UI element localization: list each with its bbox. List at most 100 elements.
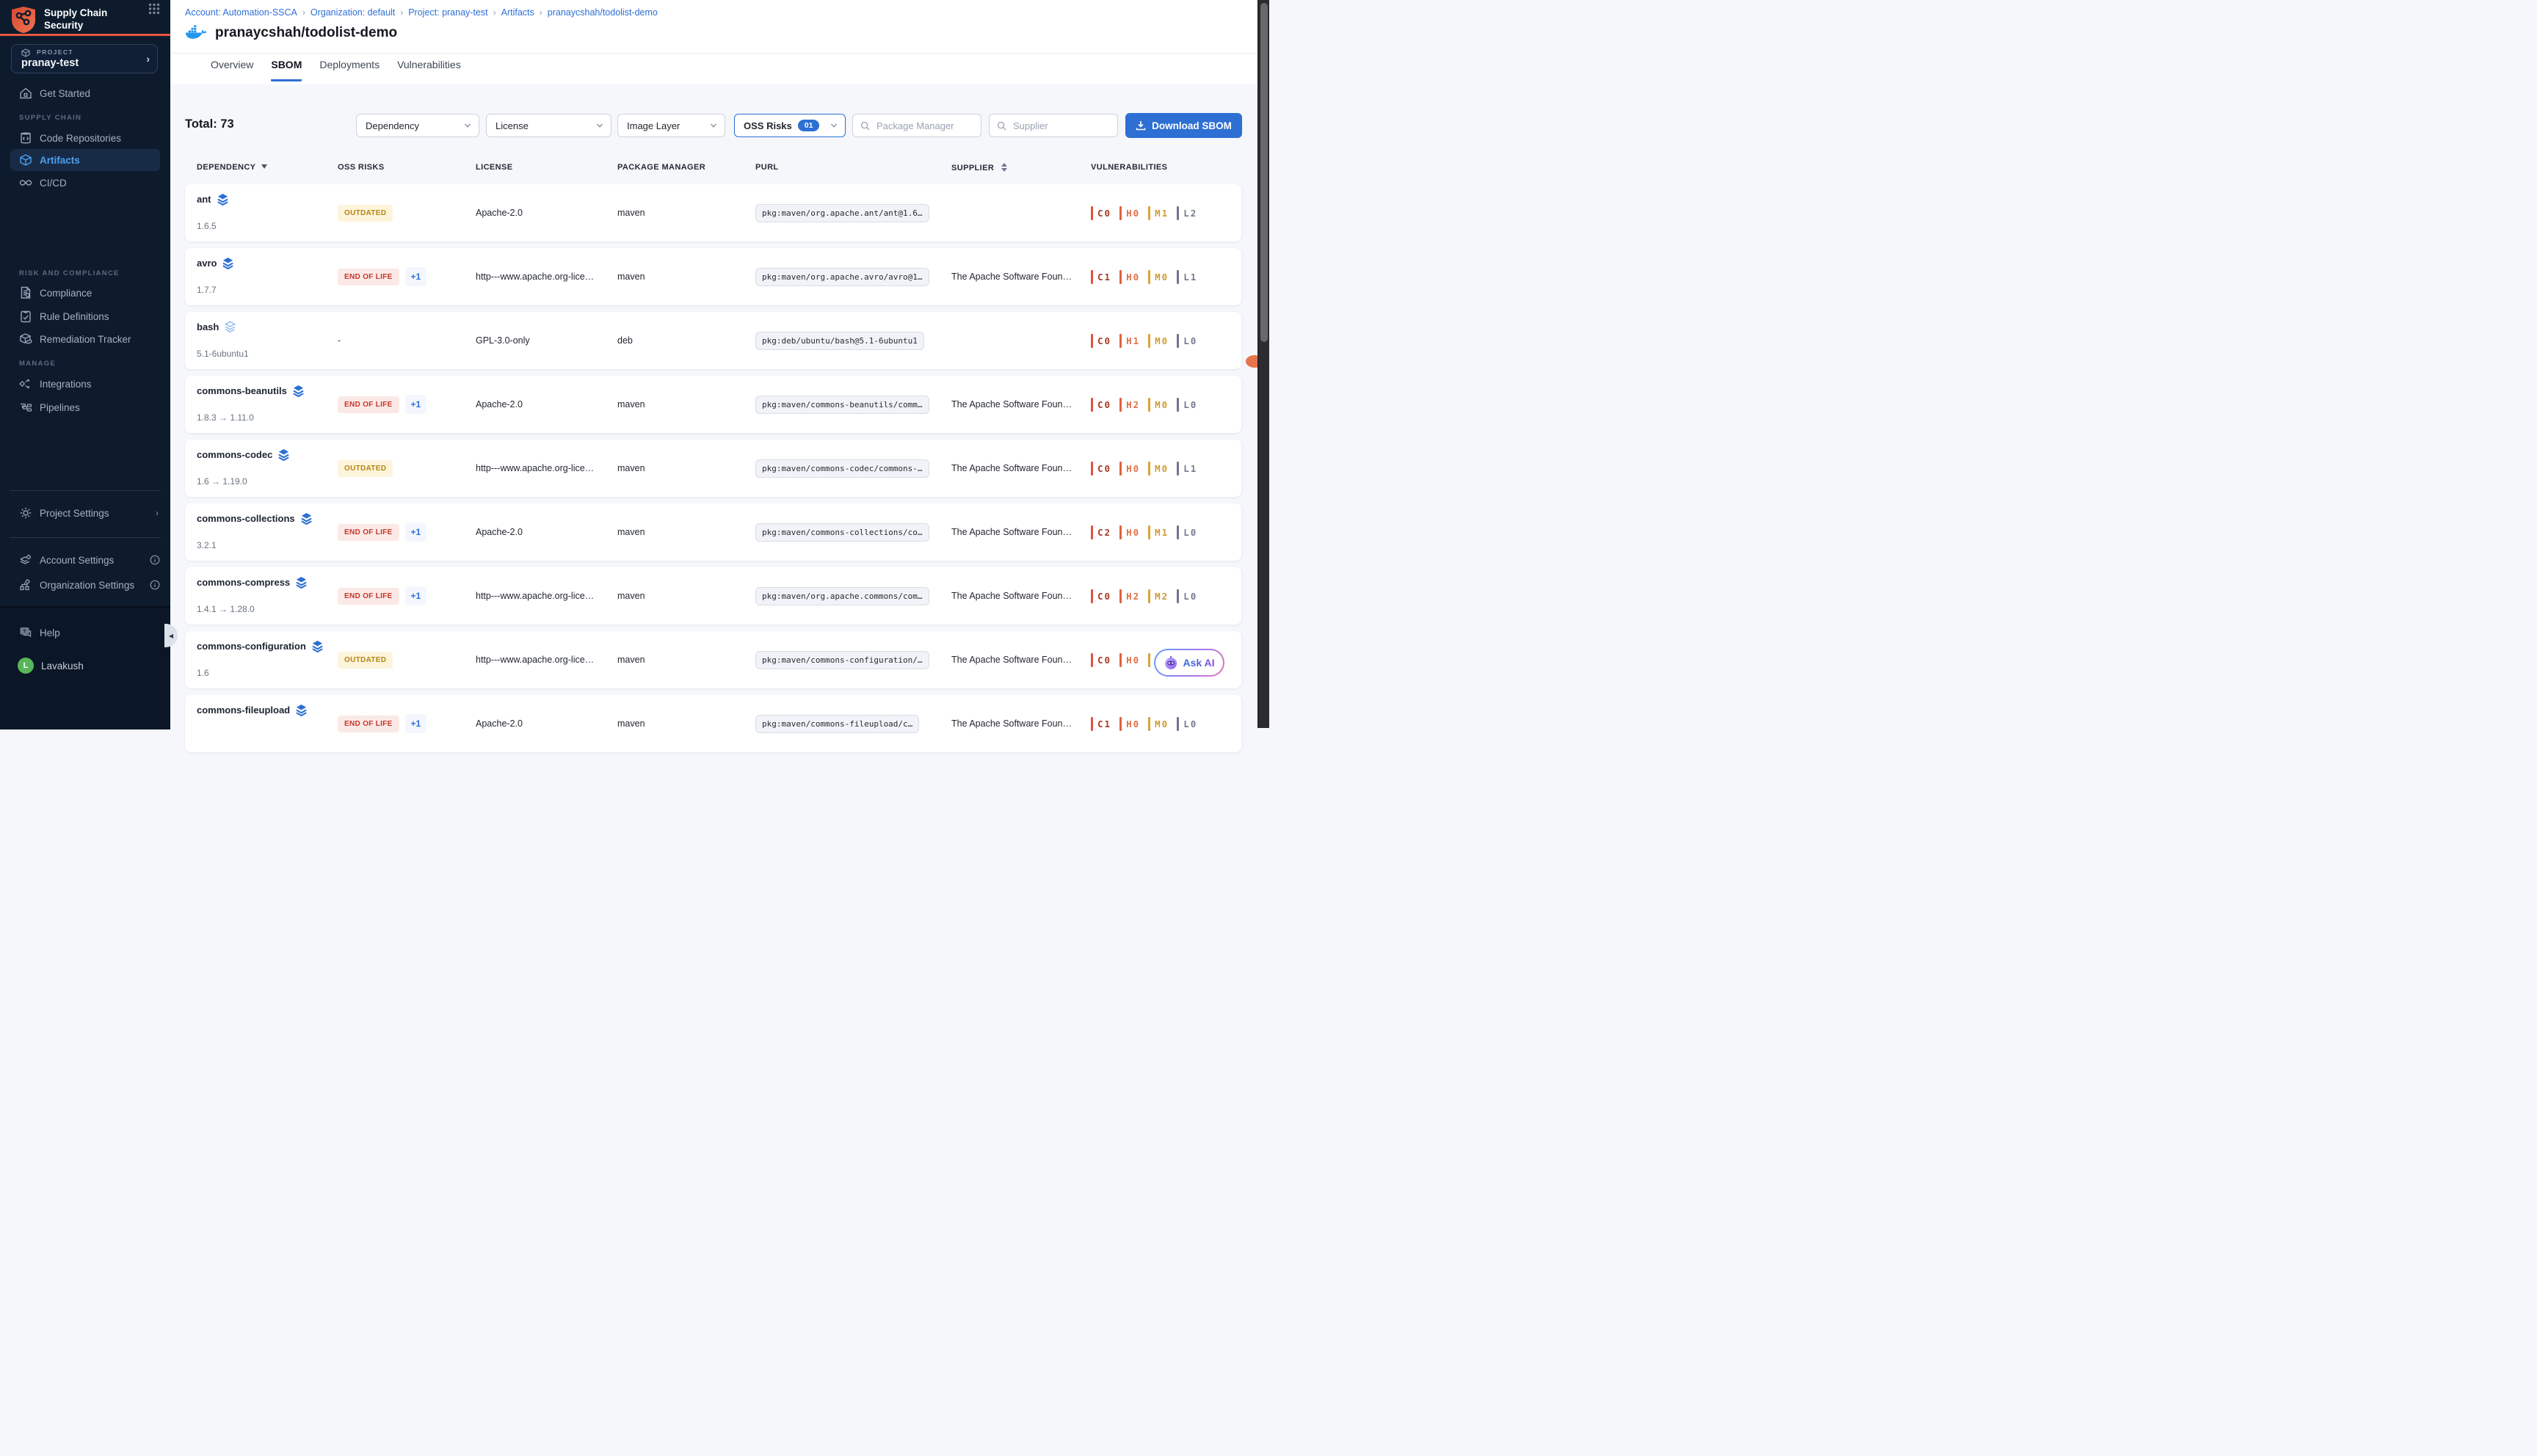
filter-dependency[interactable]: Dependency [356, 114, 479, 137]
layers-icon [277, 448, 290, 461]
breadcrumb-current[interactable]: pranaycshah/todolist-demo [548, 7, 658, 18]
project-label: PROJECT [37, 48, 73, 56]
sidebar-item-label: Project Settings [40, 508, 109, 519]
user-menu[interactable]: L Lavakush [0, 656, 170, 675]
medium-count: M0 [1155, 718, 1169, 729]
supplier-cell: The Apache Software Foun… [951, 695, 1072, 752]
sidebar-item-artifacts[interactable]: Artifacts [0, 150, 170, 170]
breadcrumb-separator: › [302, 7, 305, 18]
medium-count: M1 [1155, 208, 1169, 219]
search-icon [997, 121, 1006, 131]
pipeline-icon [19, 401, 32, 414]
package-manager-cell: maven [617, 376, 645, 433]
purl-chip[interactable]: pkg:maven/org.apache.commons/com… [755, 587, 929, 605]
oss-risk-badge: END OF LIFE [338, 716, 399, 732]
project-selector[interactable]: PROJECT pranay-test › [11, 44, 158, 73]
supplier-input[interactable] [1012, 120, 1103, 132]
page-scrollbar[interactable] [1257, 0, 1269, 728]
oss-risks-count-badge: 01 [798, 120, 820, 131]
sidebar-item-project-settings[interactable]: Project Settings › [0, 503, 170, 523]
critical-count: C0 [1097, 399, 1111, 410]
app-logo-row[interactable]: Supply Chain Security [10, 6, 160, 34]
oss-risk-more[interactable]: +1 [405, 267, 427, 286]
breadcrumb-project[interactable]: Project: pranay-test [408, 7, 487, 18]
breadcrumb-artifacts[interactable]: Artifacts [501, 7, 534, 18]
scrollbar-thumb[interactable] [1260, 3, 1268, 342]
sidebar-item-label: Rule Definitions [40, 311, 109, 322]
oss-risk-more[interactable]: +1 [405, 714, 427, 733]
tab-vulnerabilities[interactable]: Vulnerabilities [397, 59, 461, 81]
filter-image-layer[interactable]: Image Layer [617, 114, 725, 137]
table-row[interactable]: bash 5.1-6ubuntu1 - GPL-3.0-only deb pkg… [185, 312, 1241, 369]
purl-chip[interactable]: pkg:maven/org.apache.ant/ant@1.6… [755, 204, 929, 222]
table-row[interactable]: commons-codec 1.6 → 1.19.0 OUTDATED http… [185, 440, 1241, 497]
sidebar-item-organization-settings[interactable]: Organization Settings [0, 575, 170, 594]
dependency-name: commons-compress [197, 577, 290, 588]
supplier-cell: The Apache Software Foun… [951, 376, 1072, 433]
dependency-name: commons-collections [197, 513, 295, 524]
table-row[interactable]: commons-collections 3.2.1 END OF LIFE +1… [185, 503, 1241, 561]
col-header-supplier[interactable]: SUPPLIER [951, 163, 1007, 172]
sidebar-item-compliance[interactable]: Compliance [0, 283, 170, 302]
ask-ai-button[interactable]: Ask AI [1154, 649, 1224, 677]
col-header-package-manager: PACKAGE MANAGER [617, 163, 705, 172]
purl-chip[interactable]: pkg:maven/org.apache.avro/avro@1… [755, 268, 929, 286]
supplier-cell: The Apache Software Foun… [951, 503, 1072, 561]
high-count: H2 [1126, 399, 1140, 410]
breadcrumb-organization[interactable]: Organization: default [311, 7, 395, 18]
sidebar-item-remediation-tracker[interactable]: Remediation Tracker [0, 330, 170, 349]
sidebar-item-integrations[interactable]: Integrations [0, 374, 170, 393]
table-row[interactable]: avro 1.7.7 END OF LIFE +1 http---www.apa… [185, 248, 1241, 305]
sidebar-item-help[interactable]: ? Help [0, 623, 170, 642]
oss-risk-none: - [338, 335, 341, 346]
purl-chip[interactable]: pkg:maven/commons-fileupload/c… [755, 715, 919, 733]
tab-overview[interactable]: Overview [211, 59, 253, 81]
sidebar-item-pipelines[interactable]: Pipelines [0, 398, 170, 417]
avatar: L [18, 658, 34, 674]
svg-text:?: ? [23, 630, 26, 635]
table-row[interactable]: commons-compress 1.4.1 → 1.28.0 END OF L… [185, 567, 1241, 625]
table-row[interactable]: commons-configuration 1.6 OUTDATED http-… [185, 631, 1241, 688]
info-icon[interactable] [150, 555, 160, 565]
filter-license[interactable]: License [486, 114, 611, 137]
purl-chip[interactable]: pkg:maven/commons-collections/co… [755, 523, 929, 542]
purl-chip[interactable]: pkg:maven/commons-configuration/… [755, 651, 929, 669]
filter-oss-risks[interactable]: OSS Risks 01 [734, 114, 846, 137]
breadcrumb-account[interactable]: Account: Automation-SSCA [185, 7, 297, 18]
vulnerability-counts: C0 H2 M0 L0 [1091, 376, 1205, 433]
low-count: L1 [1183, 272, 1197, 283]
section-label-supply-chain: SUPPLY CHAIN [19, 114, 81, 122]
info-icon[interactable] [150, 580, 160, 590]
table-row[interactable]: ant 1.6.5 OUTDATED Apache-2.0 maven pkg:… [185, 184, 1241, 241]
oss-risk-more[interactable]: +1 [405, 586, 427, 605]
module-grid-icon[interactable] [148, 3, 160, 15]
chevron-down-icon [830, 122, 838, 129]
dependency-name: ant [197, 194, 211, 205]
purl-chip[interactable]: pkg:maven/commons-beanutils/comm… [755, 396, 929, 414]
high-count: H0 [1126, 463, 1140, 474]
sidebar-item-cicd[interactable]: CI/CD [0, 173, 170, 192]
sidebar-item-get-started[interactable]: Get Started [0, 84, 170, 103]
page-title: pranaycshah/todolist-demo [215, 25, 397, 41]
purl-chip[interactable]: pkg:maven/commons-codec/commons-… [755, 459, 929, 478]
home-icon [19, 87, 32, 100]
sidebar-item-code-repositories[interactable]: Code Repositories [0, 128, 170, 148]
dependency-name: bash [197, 321, 219, 332]
table-row[interactable]: commons-fileupload END OF LIFE +1 Apache… [185, 695, 1241, 752]
oss-risk-more[interactable]: +1 [405, 523, 427, 542]
sidebar-collapse-handle[interactable]: ◀ [164, 624, 178, 647]
package-manager-input[interactable] [875, 120, 966, 132]
purl-chip[interactable]: pkg:deb/ubuntu/bash@5.1-6ubuntu1 [755, 332, 924, 350]
oss-risk-more[interactable]: +1 [405, 395, 427, 414]
download-sbom-button[interactable]: Download SBOM [1125, 113, 1242, 138]
col-header-dependency[interactable]: DEPENDENCY [197, 163, 267, 172]
tab-deployments[interactable]: Deployments [319, 59, 380, 81]
sidebar-item-rule-definitions[interactable]: Rule Definitions [0, 307, 170, 326]
tab-sbom[interactable]: SBOM [271, 59, 302, 81]
layers-icon [222, 257, 234, 269]
sidebar-item-account-settings[interactable]: Account Settings [0, 550, 170, 569]
ai-robot-icon [1164, 655, 1178, 670]
critical-count: C0 [1097, 591, 1111, 602]
download-icon [1136, 120, 1146, 131]
table-row[interactable]: commons-beanutils 1.8.3 → 1.11.0 END OF … [185, 376, 1241, 433]
